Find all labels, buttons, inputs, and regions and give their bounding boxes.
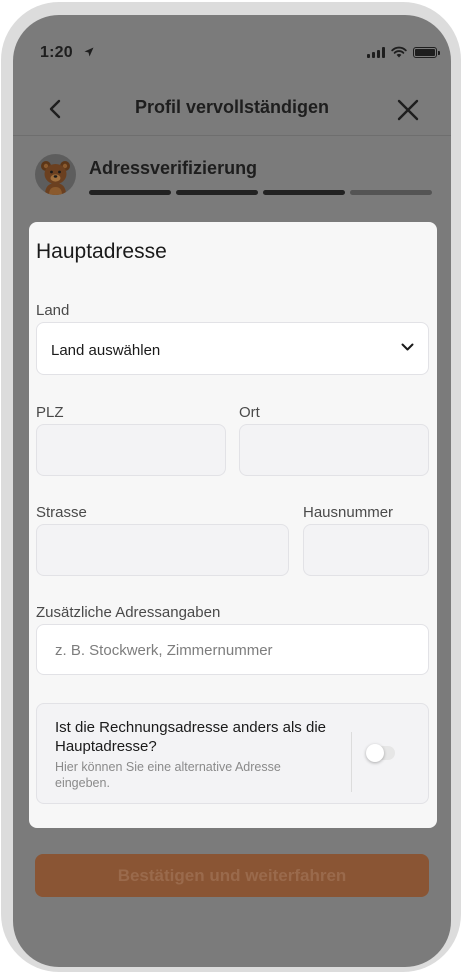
progress-segment-done bbox=[176, 190, 258, 195]
step-title: Adressverifizierung bbox=[89, 158, 258, 178]
house-number-input[interactable] bbox=[303, 524, 429, 576]
house-number-label: Hausnummer bbox=[303, 504, 394, 521]
zip-label: PLZ bbox=[36, 404, 64, 421]
billing-address-toggle-panel: Ist die Rechnungsadresse anders als die … bbox=[36, 703, 429, 804]
city-input[interactable] bbox=[239, 424, 429, 476]
street-input[interactable] bbox=[36, 524, 289, 576]
battery-icon bbox=[413, 46, 440, 58]
phone-frame: 1:20 Profil vervollständigen Adressverif… bbox=[1, 2, 461, 972]
billing-address-question: Ist die Rechnungsadresse anders als die … bbox=[55, 719, 326, 755]
billing-address-toggle[interactable] bbox=[366, 744, 395, 762]
progress-segment-done bbox=[89, 190, 171, 195]
status-bar: 1:20 bbox=[13, 15, 451, 75]
chevron-down-icon bbox=[401, 343, 414, 351]
city-label: Ort bbox=[239, 404, 260, 421]
bear-icon bbox=[41, 161, 70, 195]
additional-address-label: Zusätzliche Adressangaben bbox=[36, 604, 221, 621]
status-icons bbox=[367, 46, 440, 58]
status-time: 1:20 bbox=[40, 44, 73, 61]
wifi-icon bbox=[391, 46, 407, 58]
confirm-button[interactable]: Bestätigen und weiterfahren bbox=[35, 854, 429, 897]
cellular-signal-icon bbox=[367, 46, 385, 58]
header-divider bbox=[13, 135, 451, 136]
additional-address-input[interactable]: z. B. Stockwerk, Zimmernummer bbox=[36, 624, 429, 675]
header: Profil vervollständigen bbox=[13, 85, 451, 135]
additional-address-placeholder: z. B. Stockwerk, Zimmernummer bbox=[55, 642, 273, 659]
address-form-card: Hauptadresse Land Land auswählen PLZ Ort… bbox=[29, 222, 437, 828]
toggle-knob bbox=[366, 744, 384, 762]
street-label: Strasse bbox=[36, 504, 87, 521]
billing-address-hint: Hier können Sie eine alternative Adresse… bbox=[55, 760, 281, 790]
progress-segment-done bbox=[263, 190, 345, 195]
page-title: Profil vervollständigen bbox=[134, 97, 330, 117]
step-progress-bar bbox=[89, 190, 432, 195]
close-icon bbox=[397, 99, 419, 121]
app-screen: 1:20 Profil vervollständigen Adressverif… bbox=[13, 15, 451, 967]
bear-avatar bbox=[35, 154, 76, 195]
country-label: Land bbox=[36, 302, 70, 319]
zip-input[interactable] bbox=[36, 424, 226, 476]
location-arrow-icon bbox=[84, 47, 94, 57]
toggle-divider bbox=[351, 732, 352, 792]
country-select[interactable]: Land auswählen bbox=[36, 322, 429, 375]
form-title: Hauptadresse bbox=[36, 240, 167, 263]
close-button[interactable] bbox=[393, 95, 423, 125]
progress-segment-pending bbox=[350, 190, 432, 195]
country-select-value: Land auswählen bbox=[51, 342, 161, 359]
